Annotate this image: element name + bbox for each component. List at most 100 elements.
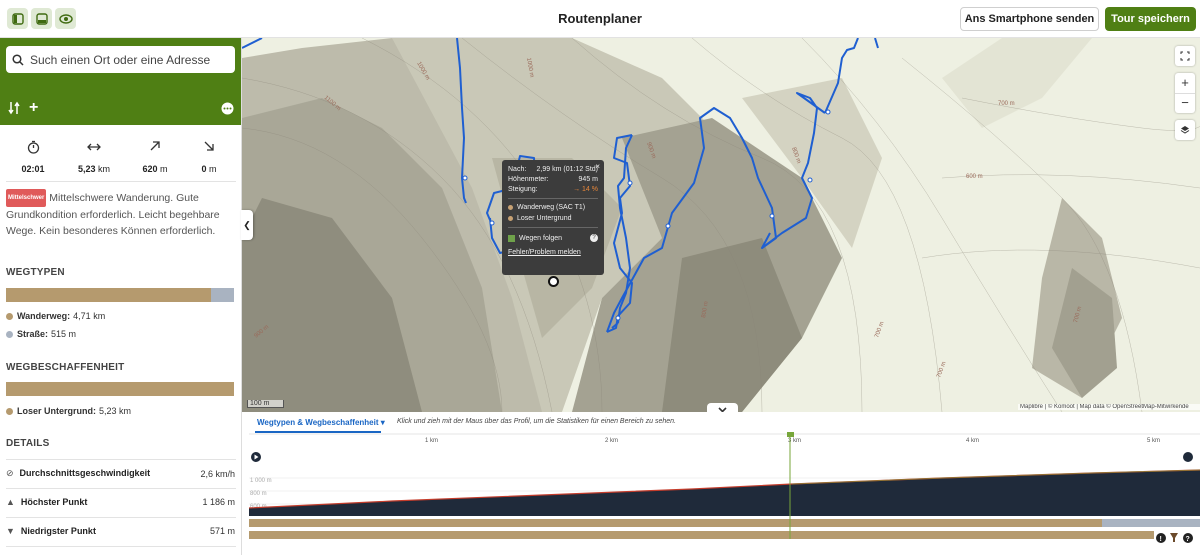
stopwatch-icon	[6, 140, 60, 156]
sidebar: + 02:01 5,23 km 620 m 0	[0, 38, 242, 555]
divider	[508, 198, 598, 199]
stat-ascent: 620 m	[128, 140, 182, 174]
lowest-point-icon: ▼	[6, 526, 15, 536]
close-icon[interactable]: ×	[595, 162, 600, 171]
elevation-profile[interactable]: Wegtypen & Wegbeschaffenheit ▾ Klick und…	[242, 412, 1200, 555]
popup-row: Steigung: → 14 %	[508, 186, 598, 193]
fit-view-icon[interactable]	[1175, 46, 1195, 66]
speed-icon: ⊘	[6, 468, 14, 478]
difficulty-badge: Mittelschwer	[6, 189, 47, 207]
map-attribution[interactable]: Maplibre | © Komoot | Map data © OpenStr…	[1018, 404, 1200, 410]
detail-row: ⊘ Durchschnittsgeschwindigkeit 2,6 km/h	[6, 468, 235, 479]
popup-value: 945 m	[578, 176, 598, 183]
wegbeschaffenheit-bar-segment	[6, 382, 234, 396]
surface-track	[249, 531, 1154, 539]
follow-paths-toggle[interactable]: Wegen folgen ?	[508, 234, 598, 242]
elevation-label: 800 m	[250, 491, 267, 497]
stat-value: 5,23	[77, 164, 96, 174]
popup-row: Höhenmeter: 945 m	[508, 176, 598, 183]
legend-dot	[6, 312, 13, 320]
legend-dot	[508, 205, 513, 210]
popup-legend-item: Loser Untergrund	[508, 215, 598, 222]
save-tour-button[interactable]: Tour speichern	[1105, 7, 1196, 31]
detail-row: ▼ Niedrigster Punkt 571 m	[6, 526, 235, 536]
detail-value: 2,6 km/h	[200, 468, 235, 479]
legend-dot	[508, 216, 513, 221]
svg-text:?: ?	[1186, 536, 1190, 543]
wegtypen-legend-item: Wanderweg: 4,71 km	[6, 311, 105, 321]
km-tick: 2 km	[605, 438, 618, 444]
divider	[508, 227, 598, 228]
km-tick: 5 km	[1147, 438, 1160, 444]
help-icon[interactable]: ?	[590, 234, 598, 242]
collapse-sidebar-icon[interactable]: ❮	[241, 210, 253, 240]
divider	[6, 546, 236, 547]
checkbox-icon[interactable]	[508, 234, 515, 242]
zoom-out-icon[interactable]: −	[1175, 93, 1195, 113]
position-marker	[548, 276, 559, 287]
highest-point-icon: ▲	[6, 497, 15, 507]
stat-distance: 5,23 km	[67, 140, 121, 174]
road-track	[1102, 519, 1200, 527]
stat-unit: km	[98, 164, 111, 174]
profile-chart[interactable]: 1 km 2 km 3 km 4 km 5 km 1 000 m 800 m 6…	[242, 412, 1200, 555]
flag-icon[interactable]	[1183, 452, 1193, 462]
terrain-map[interactable]: 1100 m 1000 m 900 m 800 m 700 m 600 m 70…	[242, 38, 1200, 412]
detail-row: ▲ Höchster Punkt 1 186 m	[6, 497, 235, 507]
divider	[6, 459, 236, 460]
wegtypen-legend-item: Straße: 515 m	[6, 329, 76, 339]
zoom-controls: + −	[1175, 73, 1195, 113]
detail-value: 1 186 m	[202, 497, 235, 507]
layers-icon[interactable]	[1175, 120, 1195, 140]
wegbeschaffenheit-heading: WEGBESCHAFFENHEIT	[6, 362, 125, 373]
report-problem-link[interactable]: Fehler/Problem melden	[508, 249, 598, 256]
follow-label: Wegen folgen	[519, 234, 563, 242]
legend-label: Wanderweg:	[17, 311, 71, 321]
divider	[6, 181, 236, 182]
zoom-in-icon[interactable]: +	[1175, 73, 1195, 93]
detail-value: 571 m	[209, 526, 235, 536]
top-bar: Routenplaner Ans Smartphone senden Tour …	[0, 0, 1200, 38]
sidebar-header: +	[0, 38, 241, 125]
legend-label: Loser Untergrund:	[17, 406, 97, 416]
legend-label: Straße:	[17, 329, 49, 339]
popup-label: Nach:	[508, 166, 527, 173]
tour-stats: 02:01 5,23 km 620 m 0 m	[0, 140, 241, 182]
legend-dot	[6, 330, 13, 338]
map-canvas[interactable]: 1100 m 1000 m 900 m 800 m 700 m 600 m 70…	[242, 38, 1200, 412]
contour-label: 700 m	[998, 101, 1015, 107]
route-info-popup: × Nach: 2,99 km (01:12 Std) Höhenmeter: 94…	[502, 160, 604, 275]
stat-unit: m	[160, 164, 168, 174]
stat-duration: 02:01	[6, 140, 60, 174]
reorder-icon[interactable]	[8, 101, 20, 120]
legend-value: 4,71 km	[73, 311, 106, 321]
stat-unit: m	[209, 164, 217, 174]
search-input[interactable]	[30, 52, 220, 67]
filter-icon[interactable]	[1170, 533, 1178, 542]
divider	[6, 488, 236, 489]
search-icon	[12, 53, 24, 66]
svg-text:!: !	[1160, 536, 1162, 543]
legend-dot	[6, 407, 13, 415]
search-box[interactable]	[6, 46, 235, 73]
wegtypen-track	[249, 519, 1102, 527]
km-tick: 4 km	[966, 438, 979, 444]
popup-value: → 14 %	[573, 186, 598, 193]
stat-value: 02:01	[21, 164, 45, 174]
add-waypoint-icon[interactable]: +	[29, 99, 38, 117]
wegtypen-heading: WEGTYPEN	[6, 267, 65, 278]
km-tick: 1 km	[425, 438, 438, 444]
details-heading: DETAILS	[6, 438, 50, 449]
contour-label: 600 m	[966, 174, 983, 180]
ascent-icon	[128, 140, 182, 156]
detail-label: Durchschnittsgeschwindigkeit	[19, 468, 151, 478]
legend-value: 5,23 km	[99, 406, 132, 416]
more-options-icon[interactable]	[221, 102, 234, 120]
legend-value: 515 m	[51, 329, 77, 339]
popup-value: 2,99 km (01:12 Std)	[536, 166, 598, 173]
popup-label: Höhenmeter:	[508, 176, 549, 183]
stat-descent: 0 m	[182, 140, 236, 174]
wegtypen-bar	[6, 288, 234, 302]
wegtypen-bar-segment	[211, 288, 234, 302]
send-to-smartphone-button[interactable]: Ans Smartphone senden	[960, 7, 1099, 31]
